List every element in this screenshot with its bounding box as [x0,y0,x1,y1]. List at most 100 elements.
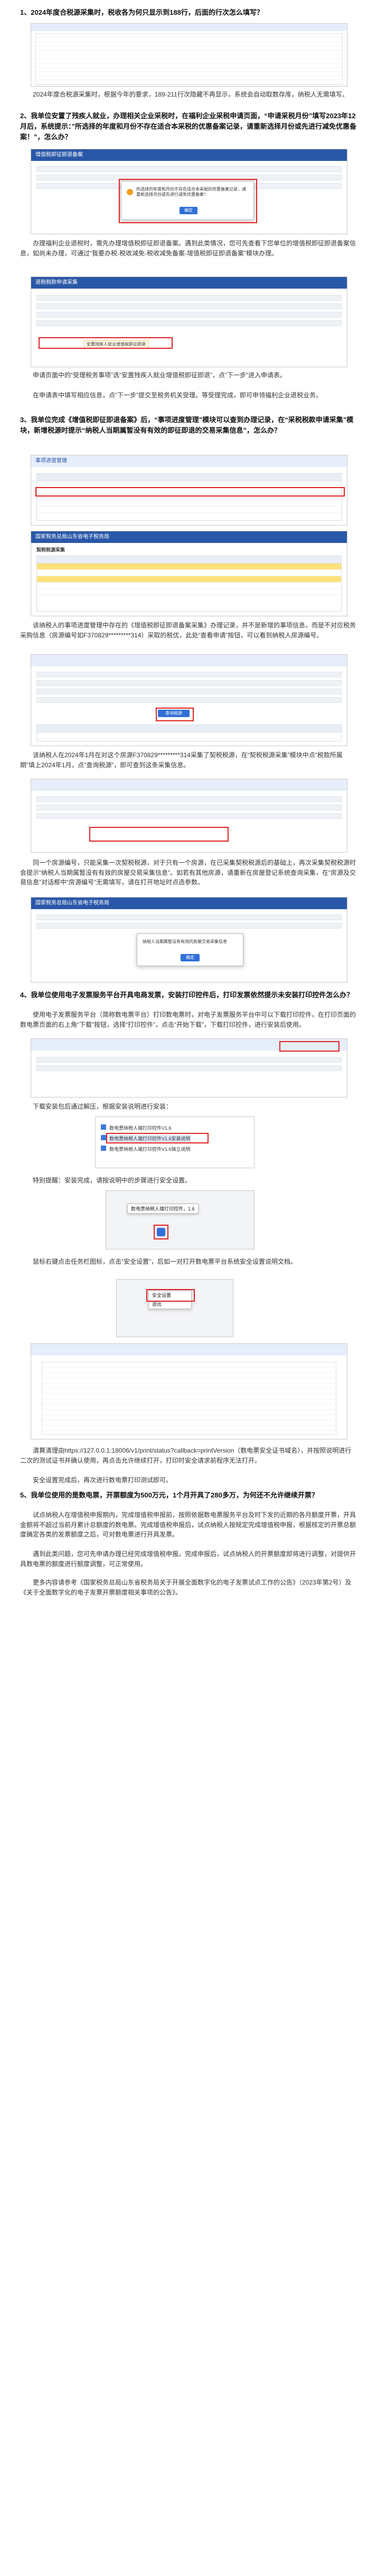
s6a-row [36,796,342,802]
q3-answer1-wrap: 该纳税人的事项进度管理中存在的《增值税即征即退备案采集》办理记录，并不是新增的事… [20,621,357,640]
q1-answer: 2024年度合税源采集时，根据今年的要求，189-211行次隐藏不再显示，系统会… [33,91,348,98]
q3-section: 3、我单位完成《增值税即征即退备案》后，“事项进度管理”模块可以查到办理记录，在… [20,415,357,436]
q3-answer3: 同一个房源编号，只能采集一次契税税源，对于只有一个房源，在已采集契税税源后的基础… [20,859,356,886]
s8-document [42,1362,336,1435]
s2-row [36,312,342,318]
s3-highlight-box [35,487,345,497]
s6-ok-button[interactable]: 确定 [181,954,200,961]
q4-note-wrap: 特别提醒：安装完成，请按说明中的步骤进行安全设置。 [20,1176,357,1186]
s2-row [36,303,342,309]
q3-answer1: 该纳税人的事项进度管理中存在的《增值税即征即退备案采集》办理记录，并不是新增的事… [20,622,356,639]
q4-title: 4、我单位使用电子发票服务平台开具电商发票，安装打印控件后，打印发票依然提示未安… [20,991,354,999]
q2-answer1-wrap: 办理福利企业退税时，需先办理增值税即征即退备案。遇到此类情况，您可先查看下您单位… [20,238,357,258]
q3-screenshot-5: 国家税务总局山东省电子税务局 纳税人当期属暂没有有效的房屋交易采集信息 确定 [31,897,347,982]
q5-answer2-wrap: 遇到此类问题，您可先申请办理已经完成增值税申报。完成申报后，试点纳税人的开票额度… [20,1549,357,1569]
s6a-row [36,805,342,810]
q4-section: 4、我单位使用电子发票服务平台开具电商发票，安装打印控件后，打印发票依然提示未安… [20,990,357,1000]
s5-row [36,672,342,678]
q1-screenshot [31,23,347,87]
q4-answer4-wrap: 清算清理由https://127.0.0.1:18006/v1/print/st… [20,1446,357,1465]
q5-answer3-wrap: 更多内容请参考《国家税务总局山东省税务局关于开展全面数字化的电子发票试点工作的公… [20,1578,357,1597]
q3-screenshot-3: 查询税源 [31,654,347,746]
q3-screenshot-1: 事项进度管理 [31,455,347,526]
q4-note: 特别提醒：安装完成，请按说明中的步骤进行安全设置。 [33,1177,192,1184]
q2-answer3: 在申请表中填写相应信息，点“下一步”提交至税务机关受理。等受理完成，即可申领福利… [33,392,322,399]
q1-table-rows [35,33,343,85]
s1-row [36,166,342,172]
tray-tooltip-text: 数电票纳税人端打印控件，1.6 [131,1206,195,1211]
q3-screenshot-4 [31,779,347,853]
table-row [37,589,341,595]
table-row [37,507,341,513]
s7-row [36,1057,342,1063]
s2-row [36,320,342,326]
q5-title: 5、我单位使用的是数电票，开票额度为500万元，1个月开具了280多万，为何还不… [20,1491,318,1499]
q2-answer2: 申请页面中的“受理税务事项”选“安置残疾人就业增值税即征即退”，点“下一步”进入… [33,371,286,379]
q3-title: 3、我单位完成《增值税即征即退备案》后，“事项进度管理”模块可以查到办理记录，在… [20,416,354,435]
q4-answer3-wrap: 鼠标右键点击任务栏图标，点击“安全设置”，后如一对打开数电票平台系统安全设置说明… [20,1257,357,1267]
q4-answer5: 安全设置完成后，再次进行数电票打印测试即可。 [33,1476,173,1484]
s8-title-bar [31,1344,347,1356]
q1-table-header [31,24,347,31]
file-item[interactable]: 数电票纳税人端打印控件V1.6 [109,1124,172,1131]
s6-row [36,914,342,920]
s6a-highlight-box [89,827,229,842]
page: { "q1": { "title": "1、2024年度合税源采集时，税收各为何… [0,0,377,2576]
q4-answer5-wrap: 安全设置完成后，再次进行数电票打印测试即可。 [20,1475,357,1485]
s4-title-bar: 国家税务总局山东省电子税务局 [31,531,347,543]
tray-tooltip: 数电票纳税人端打印控件，1.6 [127,1204,199,1214]
s7-highlight-box [279,1041,340,1052]
q4-answer2: 下载安装包后通过解压，根据安装说明进行安装： [33,1103,173,1110]
s5-row [36,680,342,686]
q2-screenshot-1: 增值税即征即退备案 所选择的年度和月份不存在适合本采税的优惠备案记录，请重新选择… [31,149,347,234]
s5-row [36,689,342,694]
file-icon [101,1124,106,1130]
s6a-row [36,813,342,819]
q5-answer3: 更多内容请参考《国家税务总局山东省税务局关于开展全面数字化的电子发票试点工作的公… [20,1579,352,1596]
q5-answer1-wrap: 试点纳税人在增值税申报期内，完成增值税申报前，按照依据数电票服务平台及时下发的近… [20,1510,357,1540]
q4-answer1: 使用电子发票服务平台（简称数电票平台）打印数电票时，对电子发票服务平台中可以下载… [20,1011,356,1028]
q1-title: 1、2024年度合税源采集时，税收各为何只显示到188行，后面的行次怎么填写？ [20,8,263,16]
s2-highlight-box [39,337,173,349]
s6-alert-dialog: 纳税人当期属暂没有有效的房屋交易采集信息 确定 [137,933,243,966]
q5-section: 5、我单位使用的是数电票，开票额度为500万元，1个月开具了280多万，为何还不… [20,1490,357,1501]
s2-title-bar: 退税税款申请采集 [31,277,347,289]
s4-page-title: 契税税源采集 [36,547,65,552]
q3-answer3-wrap: 同一个房源编号，只能采集一次契税税源，对于只有一个房源，在已采集契税税源后的基础… [20,858,357,888]
s5-highlight-box [156,708,194,721]
menu-highlight-box [146,1289,195,1302]
s4-table [36,556,342,612]
s3-table [36,473,342,521]
q4-screenshot-1 [31,1038,347,1098]
s7-row [36,1065,342,1071]
q1-section: 1、2024年度合税源采集时，税收各为何只显示到188行，后面的行次怎么填写？ [20,7,357,18]
q4-answer1-wrap: 使用电子发票服务平台（简称数电票平台）打印数电票时，对电子发票服务平台中可以下载… [20,1010,357,1029]
table-header [37,556,341,564]
table-row [37,564,341,570]
q2-section: 2、我单位安置了残疾人就业，办理相关企业采税时，在福利企业采税申请页面，“申请采… [20,111,357,142]
s6-alert-text: 纳税人当期属暂没有有效的房屋交易采集信息 [143,939,227,944]
file-icon [101,1135,106,1140]
q4-screenshot-4: 安全设置 退出 [116,1279,233,1337]
s5-table [36,724,342,741]
q2-answer3-wrap: 在申请表中填写相应信息，点“下一步”提交至税务机关受理。等受理完成，即可申领福利… [20,390,357,400]
file-highlight-box [106,1133,209,1143]
s6a-title-bar [31,779,347,791]
q4-screenshot-2: 数电票纳税人端打印控件V1.6 数电票纳税人端打印控件V1.6安装说明 数电票纳… [95,1117,255,1168]
q4-screenshot-5 [31,1343,347,1439]
s5-title-bar [31,655,347,666]
s6-title-bar: 国家税务总局山东省电子税务局 [31,898,347,909]
table-header [37,474,341,481]
q4-answer2-wrap: 下载安装包后通过解压，根据安装说明进行安装： [20,1102,357,1112]
file-item[interactable]: 数电票纳税人端打印控件V1.6独立说明 [109,1146,191,1152]
s5-row [36,697,342,703]
q3-screenshot-2: 国家税务总局山东省电子税务局 契税税源采集 [31,531,347,616]
q2-answer2-wrap: 申请页面中的“受理税务事项”选“安置残疾人就业增值税即征即退”，点“下一步”进入… [20,370,357,380]
table-header [37,725,341,732]
table-row [37,732,341,739]
table-row [37,583,341,589]
q5-answer1: 试点纳税人在增值税申报期内，完成增值税申报前，按照依据数电票服务平台及时下发的近… [20,1511,356,1539]
s1-highlight-box [119,179,257,223]
s6-row [36,923,342,929]
table-row [37,576,341,583]
